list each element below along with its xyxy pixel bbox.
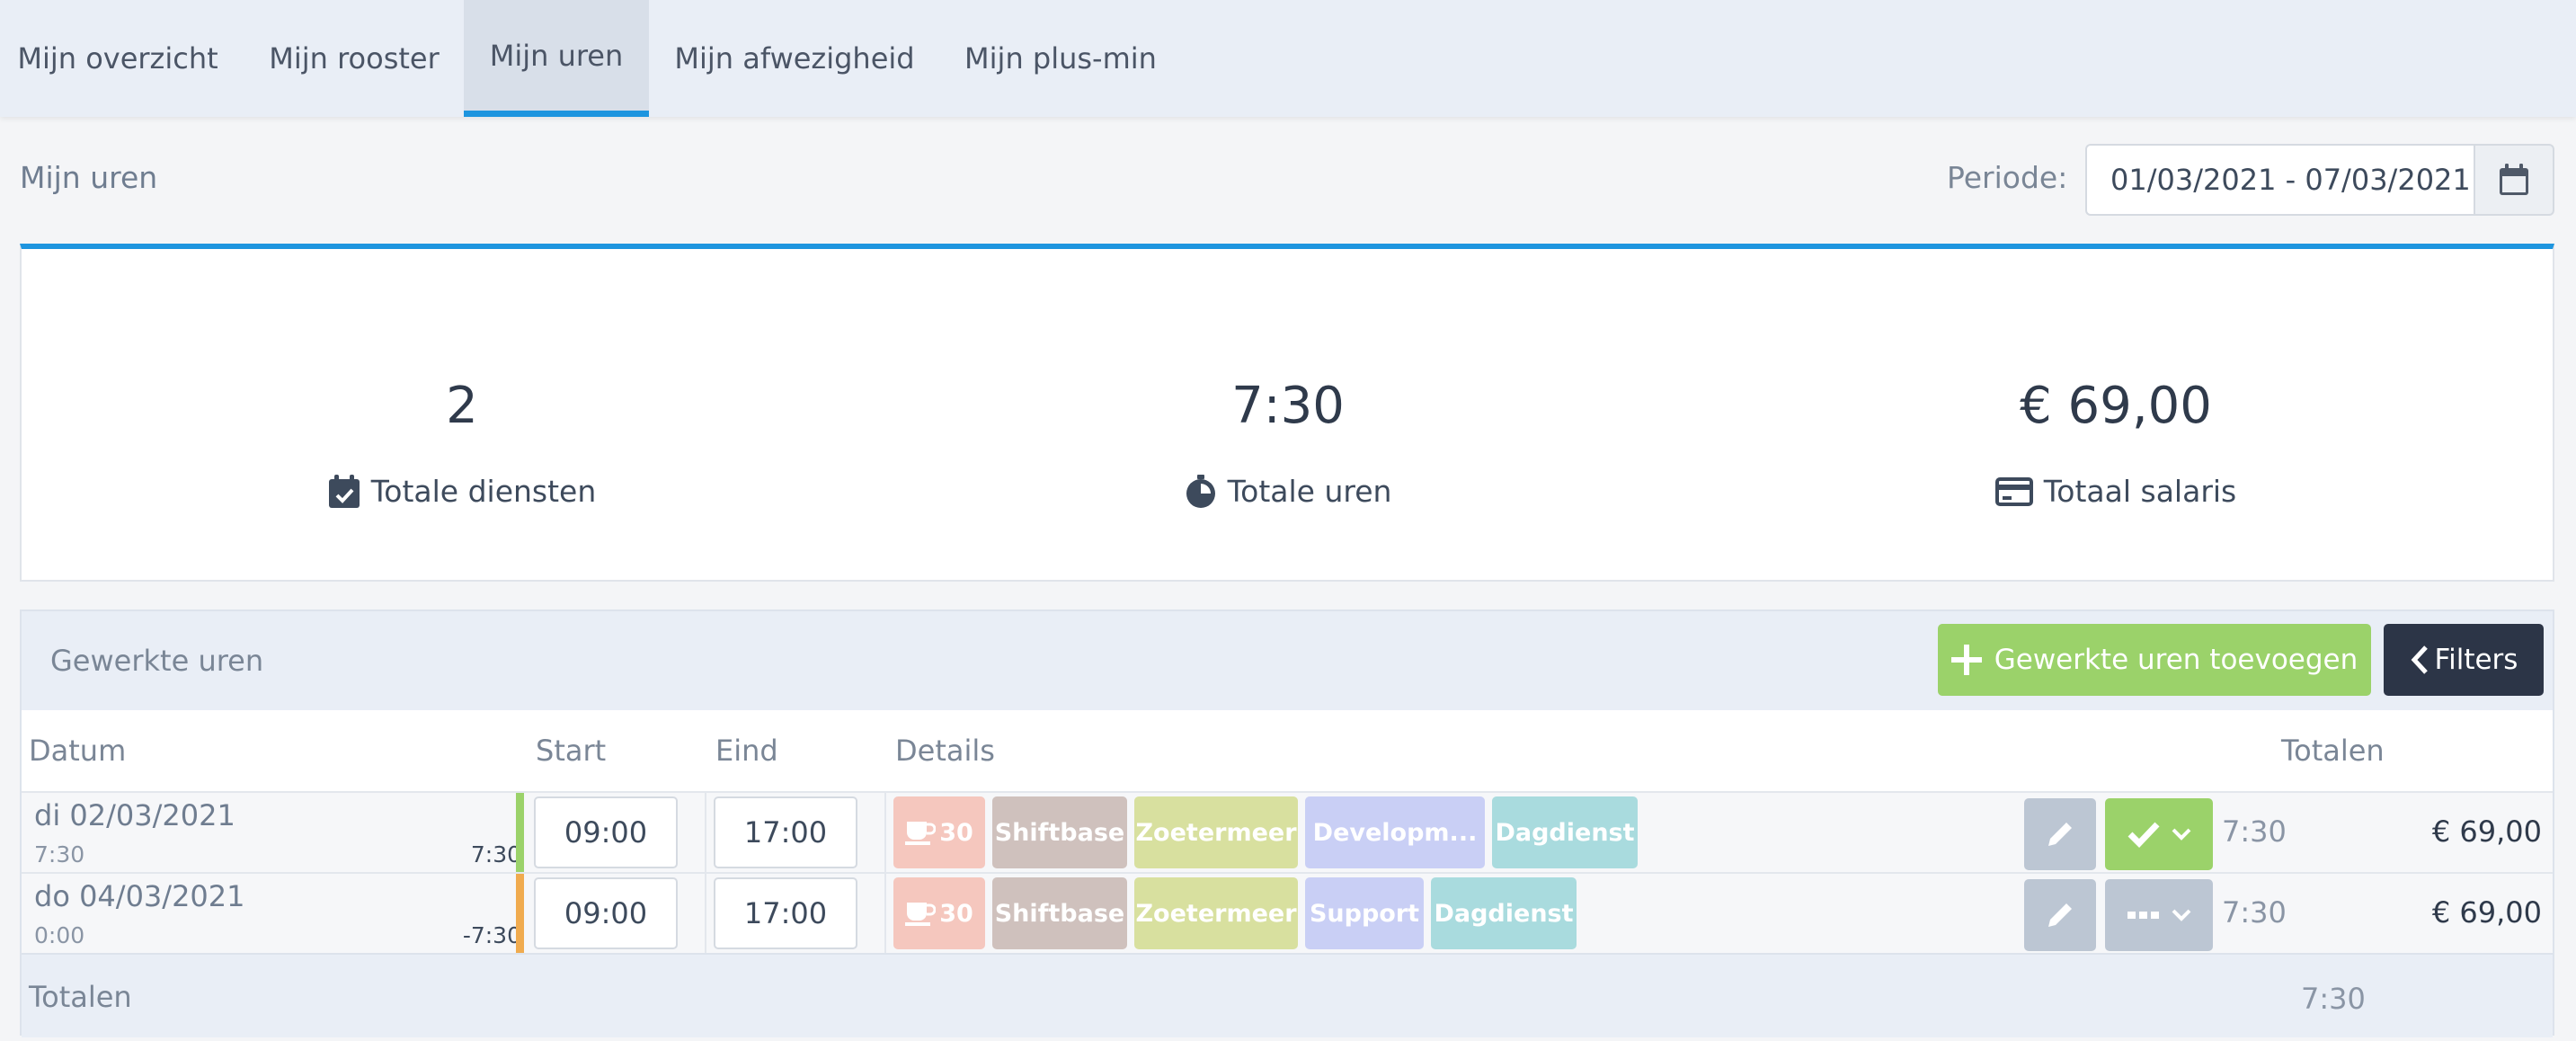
total-hours-label: Totale uren	[1227, 474, 1392, 509]
total-salary-value: € 69,00	[2020, 377, 2212, 435]
pencil-icon	[2048, 903, 2072, 927]
periode-label: Periode:	[1947, 160, 2068, 195]
worked-hours-panel: Gewerkte uren Gewerkte uren toevoegen Fi…	[20, 609, 2554, 1037]
row-total-hours: 7:30	[2222, 895, 2287, 930]
end-time-input[interactable]: 17:00	[714, 796, 857, 868]
column-header-eind: Eind	[715, 734, 778, 768]
total-hours-label-row: Totale uren	[1018, 474, 1558, 509]
tag-company: Shiftbase	[992, 877, 1127, 949]
totals-hours: 7:30	[2301, 982, 2366, 1016]
row-worked: 0:00	[34, 922, 85, 948]
coffee-icon	[905, 822, 937, 845]
tag-department: Developm...	[1305, 796, 1485, 868]
tab-mijn-plus-min[interactable]: Mijn plus-min	[951, 0, 1170, 117]
chevron-left-icon	[2411, 645, 2428, 674]
panel-title: Gewerkte uren	[50, 644, 264, 678]
calendar-icon	[2500, 164, 2528, 195]
tag-shift: Dagdienst	[1431, 877, 1577, 949]
add-worked-hours-button[interactable]: Gewerkte uren toevoegen	[1938, 624, 2371, 696]
coffee-icon	[905, 903, 937, 926]
break-minutes: 30	[939, 899, 973, 928]
table-row: do 04/03/2021 0:00 -7:30 09:00 17:00 30 …	[22, 872, 2553, 955]
tab-mijn-overzicht[interactable]: Mijn overzicht	[0, 0, 235, 117]
status-bar-approved	[516, 793, 524, 874]
column-header-details: Details	[895, 734, 995, 768]
tag-company: Shiftbase	[992, 796, 1127, 868]
column-header-datum: Datum	[29, 734, 127, 768]
period-date-input[interactable]: 01/03/2021 - 07/03/2021	[2085, 144, 2474, 216]
total-salary-label-row: Totaal salaris	[1846, 474, 2385, 509]
calendar-button[interactable]	[2474, 144, 2554, 216]
chevron-down-icon	[2172, 828, 2191, 841]
row-wage: € 69,00	[2431, 814, 2542, 849]
total-shifts-label: Totale diensten	[370, 474, 597, 509]
row-wage: € 69,00	[2431, 895, 2542, 930]
approve-status-button[interactable]	[2105, 798, 2213, 870]
row-date: di 02/03/2021	[34, 798, 235, 832]
credit-card-icon	[1994, 476, 2033, 506]
add-worked-hours-label: Gewerkte uren toevoegen	[1994, 644, 2358, 676]
tag-location: Zoetermeer	[1134, 796, 1298, 868]
column-divider	[705, 793, 706, 874]
pencil-icon	[2048, 823, 2072, 846]
start-time-input[interactable]: 09:00	[534, 877, 678, 949]
calendar-check-icon	[328, 474, 360, 508]
row-date: do 04/03/2021	[34, 879, 245, 913]
start-time-input[interactable]: 09:00	[534, 796, 678, 868]
plus-icon	[1950, 645, 1982, 675]
totals-label: Totalen	[29, 980, 132, 1014]
filters-button[interactable]: Filters	[2384, 624, 2544, 696]
check-icon	[2127, 822, 2160, 849]
filters-label: Filters	[2434, 644, 2518, 676]
total-salary-label: Totaal salaris	[2043, 474, 2237, 509]
status-bar-pending	[516, 874, 524, 955]
tab-mijn-rooster[interactable]: Mijn rooster	[244, 0, 464, 117]
table-row: di 02/03/2021 7:30 7:30 09:00 17:00 30 S…	[22, 791, 2553, 874]
tab-mijn-uren[interactable]: Mijn uren	[464, 0, 649, 117]
column-header-start: Start	[536, 734, 607, 768]
column-divider	[884, 793, 886, 874]
column-header-totalen: Totalen	[2281, 734, 2385, 768]
row-balance: -7:30	[462, 922, 521, 948]
break-tag: 30	[893, 877, 985, 949]
tag-shift: Dagdienst	[1492, 796, 1638, 868]
total-shifts-value: 2	[446, 377, 478, 435]
top-navigation: Mijn overzicht Mijn rooster Mijn uren Mi…	[0, 0, 2576, 117]
tag-location: Zoetermeer	[1134, 877, 1298, 949]
total-hours-value: 7:30	[1231, 377, 1345, 435]
row-worked: 7:30	[34, 841, 85, 868]
stats-card: 2 Totale diensten 7:30 Totale uren € 69,…	[20, 244, 2554, 582]
tag-department: Support	[1305, 877, 1424, 949]
break-tag: 30	[893, 796, 985, 868]
edit-button[interactable]	[2024, 879, 2096, 951]
end-time-input[interactable]: 17:00	[714, 877, 857, 949]
ellipsis-icon	[2127, 912, 2159, 919]
row-balance: 7:30	[470, 841, 521, 868]
edit-button[interactable]	[2024, 798, 2096, 870]
tab-mijn-afwezigheid[interactable]: Mijn afwezigheid	[660, 0, 929, 117]
break-minutes: 30	[939, 818, 973, 847]
panel-header: Gewerkte uren Gewerkte uren toevoegen Fi…	[22, 611, 2553, 710]
total-shifts-label-row: Totale diensten	[192, 474, 732, 509]
stopwatch-icon	[1186, 474, 1215, 508]
totals-row: Totalen 7:30	[22, 953, 2553, 1037]
column-divider	[705, 874, 706, 955]
column-divider	[884, 874, 886, 955]
row-total-hours: 7:30	[2222, 814, 2287, 849]
page-title: Mijn uren	[20, 160, 158, 195]
chevron-down-icon	[2172, 909, 2191, 921]
pending-status-button[interactable]	[2105, 879, 2213, 951]
